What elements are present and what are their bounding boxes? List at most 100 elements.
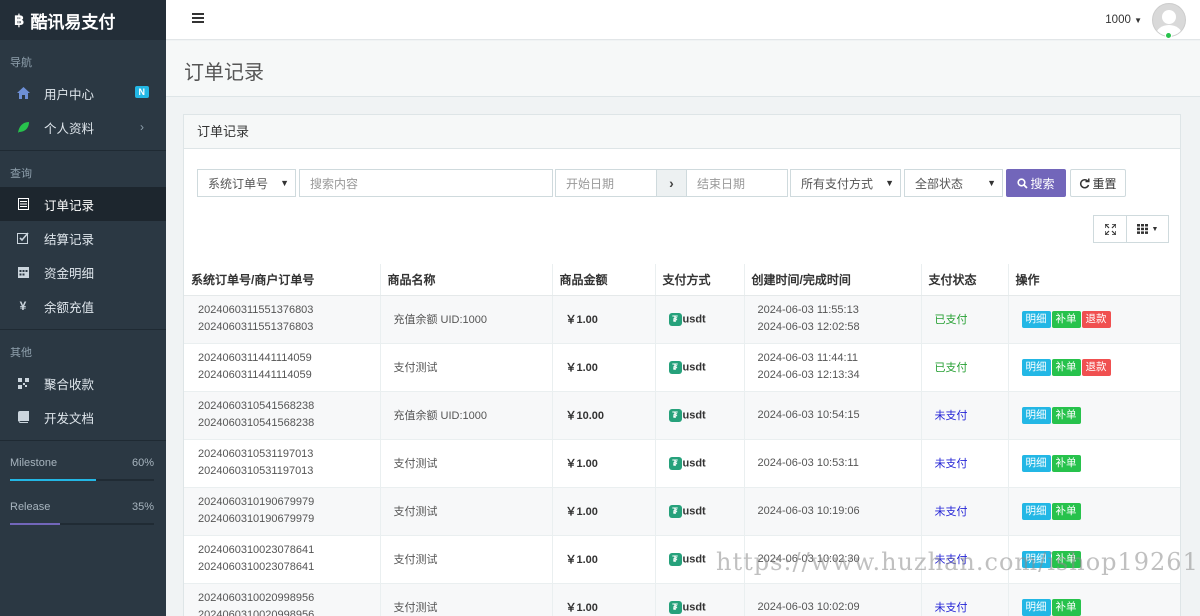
user-menu[interactable]: 1000 ▼ xyxy=(1105,3,1186,39)
nav-section-label: 导航 xyxy=(10,57,32,69)
detail-button[interactable]: 明细 xyxy=(1021,406,1051,424)
column-header[interactable]: 商品金额 xyxy=(551,264,655,296)
pay-method-select[interactable]: 所有支付方式 ▼ xyxy=(790,169,901,197)
pay-method-cell: ₮ usdt xyxy=(654,486,744,535)
sidebar-item-orders[interactable]: 订单记录 xyxy=(0,187,166,221)
detail-button[interactable]: 明细 xyxy=(1021,502,1051,520)
refund-button[interactable]: 退款 xyxy=(1081,310,1111,328)
column-header[interactable]: 支付状态 xyxy=(920,264,1008,296)
product-amount: ￥1.00 xyxy=(551,342,655,391)
pay-status: 未支付 xyxy=(920,582,1008,616)
online-status-icon xyxy=(1165,32,1172,39)
finished-time: 2024-06-03 12:13:34 xyxy=(757,369,860,381)
search-button[interactable]: 搜索 xyxy=(1006,169,1066,197)
pay-method-cell: ₮ usdt xyxy=(654,438,744,487)
order-type-select[interactable]: 系统订单号 ▼ xyxy=(197,169,296,197)
product-amount: ￥1.00 xyxy=(551,294,655,343)
caret-down-icon: ▼ xyxy=(1151,225,1159,233)
grid-icon xyxy=(1136,224,1148,234)
chevron-right-icon: › xyxy=(669,175,674,191)
sidebar-item-settlements[interactable]: 结算记录 xyxy=(0,221,166,255)
order-number-cell: 2024060310190679979 2024060310190679979 xyxy=(184,486,380,535)
sidebar-item-docs[interactable]: 开发文档 xyxy=(0,400,166,434)
product-amount: ￥1.00 xyxy=(551,534,655,583)
order-number-cell: 2024060310531197013 2024060310531197013 xyxy=(184,438,380,487)
sidebar-item-label: 开发文档 xyxy=(44,411,95,426)
column-header[interactable]: 商品名称 xyxy=(379,264,552,296)
detail-button[interactable]: 明细 xyxy=(1021,310,1051,328)
brand-name: 酷讯易支付 xyxy=(30,12,116,32)
order-number-cell: 2024060310541568238 2024060310541568238 xyxy=(184,390,380,439)
book-icon xyxy=(16,410,30,424)
fullscreen-button[interactable] xyxy=(1093,215,1127,243)
actions-cell: 明细 补单 xyxy=(1007,582,1180,616)
table-row: 2024060311551376803 2024060311551376803 充值… xyxy=(184,294,1180,343)
time-cell: 2024-06-03 10:19:06 xyxy=(743,486,921,535)
columns-toggle-button[interactable]: ▼ xyxy=(1126,215,1169,243)
progress-fill xyxy=(10,479,97,481)
start-date-input[interactable]: 开始日期 xyxy=(555,169,657,197)
sidebar-item-label: 结算记录 xyxy=(44,232,95,247)
search-input[interactable]: 搜索内容 xyxy=(299,169,553,197)
finished-time: 2024-06-03 12:02:58 xyxy=(757,321,860,333)
table-row: 2024060310541568238 2024060310541568238 充值… xyxy=(184,390,1180,439)
created-time: 2024-06-03 10:53:11 xyxy=(757,456,859,469)
pay-method-name: usdt xyxy=(682,553,706,565)
sidebar-item-funds[interactable]: 资金明细 xyxy=(0,255,166,289)
product-name: 支付测试 xyxy=(379,438,552,487)
resupply-button[interactable]: 补单 xyxy=(1051,598,1081,616)
progress-percent: 35% xyxy=(131,501,154,513)
pay-method-name: usdt xyxy=(682,361,706,373)
detail-button[interactable]: 明细 xyxy=(1021,454,1051,472)
merchant-order-no: 2024060310023078641 xyxy=(198,561,315,573)
top-header: 1000 ▼ xyxy=(166,0,1200,40)
time-cell: 2024-06-03 11:44:11 2024-06-03 12:13:34 xyxy=(743,342,921,391)
detail-button[interactable]: 明细 xyxy=(1021,358,1051,376)
column-header[interactable]: 系统订单号/商户订单号 xyxy=(184,264,380,296)
resupply-button[interactable]: 补单 xyxy=(1051,454,1081,472)
product-amount: ￥1.00 xyxy=(551,438,655,487)
resupply-button[interactable]: 补单 xyxy=(1051,406,1081,424)
progress-label: Release xyxy=(10,501,51,513)
order-number-cell: 2024060310023078641 2024060310023078641 xyxy=(184,534,380,583)
menu-toggle-icon[interactable] xyxy=(192,13,204,25)
resupply-button[interactable]: 补单 xyxy=(1051,310,1081,328)
progress-percent: 60% xyxy=(131,457,154,469)
created-time: 2024-06-03 10:02:09 xyxy=(757,600,860,613)
pay-method-name: usdt xyxy=(682,313,706,325)
sidebar-item-aggregate[interactable]: 聚合收款 xyxy=(0,366,166,400)
merchant-order-no: 2024060310531197013 xyxy=(198,465,314,477)
resupply-button[interactable]: 补单 xyxy=(1051,502,1081,520)
qrcode-icon xyxy=(16,376,30,390)
refund-button[interactable]: 退款 xyxy=(1081,358,1111,376)
detail-button[interactable]: 明细 xyxy=(1021,598,1051,616)
list-icon xyxy=(16,197,30,211)
progress-release: Release 35% xyxy=(10,501,154,513)
pay-method-name: usdt xyxy=(682,505,706,517)
sidebar-item-recharge[interactable]: ¥ 余额充值 xyxy=(0,289,166,323)
product-name: 充值余额 UID:1000 xyxy=(379,390,552,439)
end-date-input[interactable]: 结束日期 xyxy=(686,169,788,197)
brand[interactable]: ฿ 酷讯易支付 xyxy=(0,0,166,40)
column-header[interactable]: 支付方式 xyxy=(654,264,744,296)
merchant-order-no: 2024060310190679979 xyxy=(198,513,315,525)
sidebar-item-profile[interactable]: 个人资料 › xyxy=(0,110,166,144)
tether-icon: ₮ xyxy=(668,408,682,422)
new-badge: N xyxy=(134,86,149,98)
table-header-row: 系统订单号/商户订单号 商品名称 商品金额 支付方式 创建时间/完成时间 支付状… xyxy=(184,264,1180,296)
leaf-icon xyxy=(16,120,30,134)
column-header[interactable]: 创建时间/完成时间 xyxy=(743,264,921,296)
caret-down-icon: ▼ xyxy=(1134,16,1142,25)
user-name: 1000 ▼ xyxy=(1105,14,1142,26)
resupply-button[interactable]: 补单 xyxy=(1051,358,1081,376)
column-header[interactable]: 操作 xyxy=(1007,264,1180,296)
order-number-cell: 2024060310020998956 2024060310020998956 xyxy=(184,582,380,616)
created-time: 2024-06-03 10:19:06 xyxy=(757,504,860,517)
product-name: 充值余额 UID:1000 xyxy=(379,294,552,343)
pay-status: 未支付 xyxy=(920,438,1008,487)
actions-cell: 明细 补单 退款 xyxy=(1007,342,1180,391)
reset-button[interactable]: 重置 xyxy=(1070,169,1126,197)
panel-title: 订单记录 xyxy=(184,115,1180,149)
status-select[interactable]: 全部状态 ▼ xyxy=(904,169,1003,197)
sidebar-item-user-center[interactable]: 用户中心 N xyxy=(0,76,166,110)
